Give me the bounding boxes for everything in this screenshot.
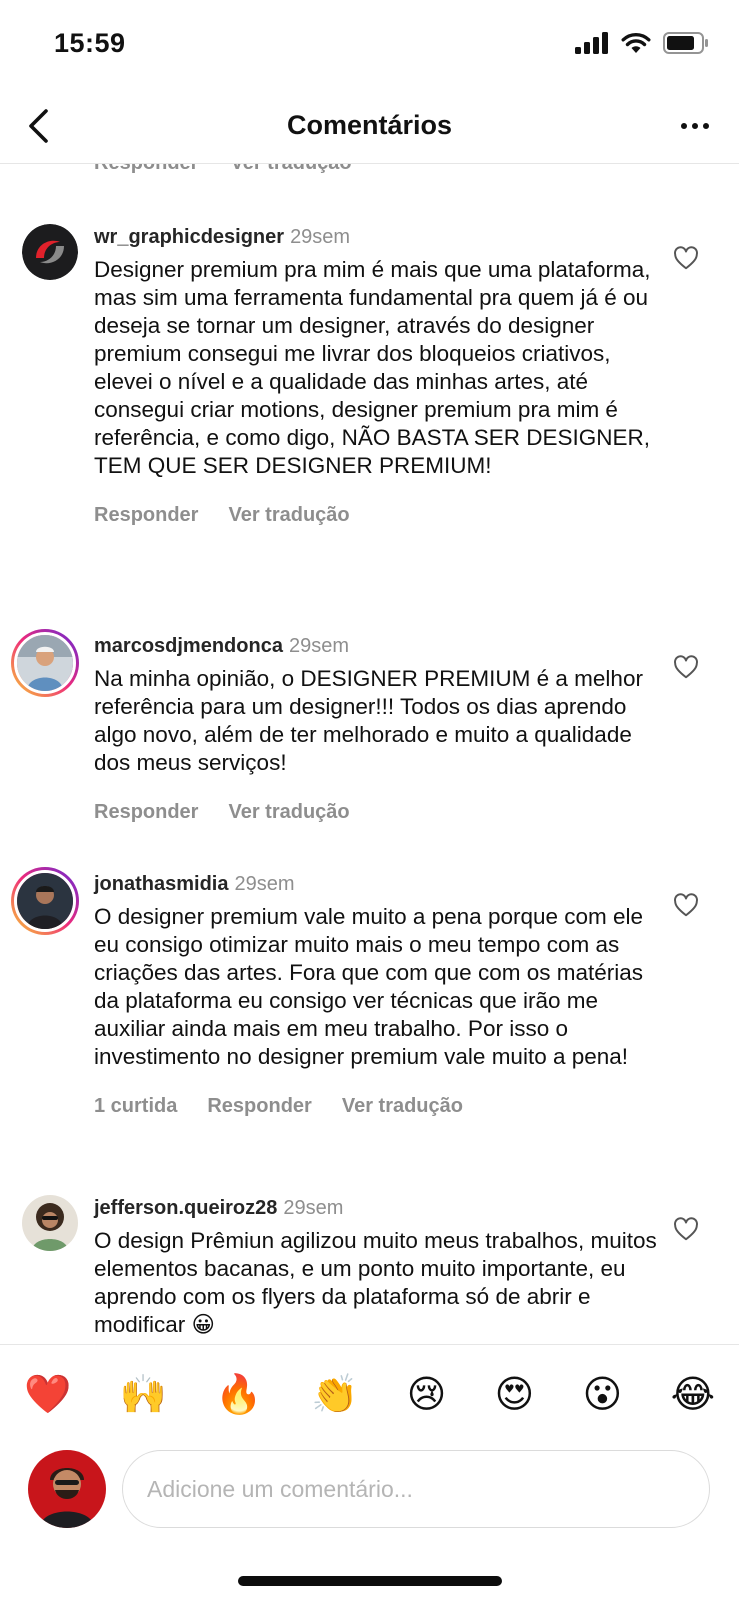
comment-composer (0, 1446, 739, 1546)
user-avatar-image (22, 1195, 78, 1251)
comment-timestamp: 29sem (234, 873, 295, 895)
status-icons (575, 32, 709, 54)
comment-input[interactable] (122, 1450, 710, 1528)
status-bar: 15:59 (0, 0, 739, 90)
emoji-reaction-bar: ❤️ 🙌 🔥 👏 😢 😍 😮 😂 (0, 1344, 739, 1446)
comment-username[interactable]: jonathasmidia (94, 873, 228, 895)
likes-count-button[interactable]: 1 curtida (94, 1095, 177, 1118)
see-translation-button[interactable]: Ver tradução (230, 164, 351, 175)
fire-emoji-button[interactable]: 🔥 (215, 1372, 262, 1416)
comment-username[interactable]: wr_graphicdesigner (94, 226, 284, 248)
status-time: 15:59 (54, 28, 126, 58)
battery-icon (663, 32, 708, 54)
tears-of-joy-emoji-button[interactable]: 😂 (671, 1372, 715, 1416)
heart-icon[interactable] (673, 1217, 699, 1241)
comment-text: O design Prêmiun agilizou muito meus tra… (94, 1228, 657, 1337)
heart-icon[interactable] (673, 246, 699, 270)
user-avatar-image (22, 224, 78, 280)
comment-timestamp: 29sem (283, 1197, 344, 1219)
user-avatar-image (17, 873, 73, 929)
crying-face-emoji-button[interactable]: 😢 (407, 1372, 447, 1416)
avatar[interactable] (22, 1195, 78, 1251)
previous-comment-actions: Responder Ver tradução (94, 164, 352, 175)
comment-list[interactable]: Responder Ver tradução wr_graphicdesigne… (0, 164, 739, 1344)
reply-button[interactable]: Responder (94, 164, 198, 175)
user-avatar-image (17, 635, 73, 691)
see-translation-button[interactable]: Ver tradução (228, 801, 349, 824)
page-title: Comentários (286, 110, 453, 140)
avatar[interactable] (11, 867, 79, 935)
see-translation-button[interactable]: Ver tradução (228, 504, 349, 527)
clapping-hands-emoji-button[interactable]: 👏 (311, 1372, 358, 1416)
avatar[interactable] (22, 224, 78, 280)
heart-icon[interactable] (673, 893, 699, 917)
comment-username[interactable]: marcosdjmendonca (94, 635, 283, 657)
comment-username[interactable]: jefferson.queiroz28 (94, 1197, 277, 1219)
raising-hands-emoji-button[interactable]: 🙌 (120, 1372, 167, 1416)
home-indicator[interactable] (238, 1576, 502, 1586)
reply-button[interactable]: Responder (94, 504, 198, 527)
wifi-icon (621, 32, 651, 53)
see-translation-button[interactable]: Ver tradução (342, 1095, 463, 1118)
more-options-button[interactable] (673, 104, 717, 148)
reply-button[interactable]: Responder (207, 1095, 311, 1118)
user-avatar-image (28, 1450, 106, 1528)
comment-text: Na minha opinião, o DESIGNER PREMIUM é a… (94, 666, 643, 775)
comment-timestamp: 29sem (290, 226, 351, 248)
comment-text: O designer premium vale muito a pena por… (94, 904, 644, 1069)
comment-timestamp: 29sem (288, 635, 349, 657)
heart-eyes-emoji-button[interactable]: 😍 (495, 1372, 535, 1416)
comment-text: Designer premium pra mim é mais que uma … (94, 257, 651, 478)
nav-bar: Comentários (0, 90, 739, 164)
surprised-face-emoji-button[interactable]: 😮 (583, 1372, 623, 1416)
cellular-signal-icon (575, 32, 608, 54)
avatar[interactable] (11, 629, 79, 697)
current-user-avatar[interactable] (28, 1450, 106, 1528)
reply-button[interactable]: Responder (94, 801, 198, 824)
heart-icon[interactable] (673, 655, 699, 679)
more-horizontal-icon (681, 123, 709, 129)
red-heart-emoji-button[interactable]: ❤️ (24, 1372, 71, 1416)
